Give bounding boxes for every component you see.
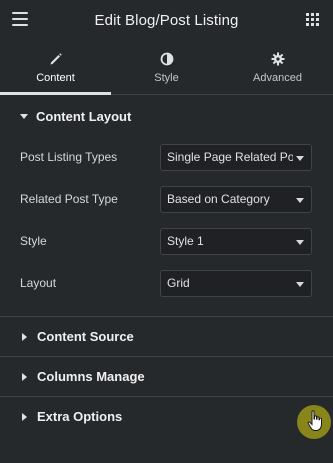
section-content-source[interactable]: Content Source bbox=[0, 316, 333, 356]
select-value: Single Page Related Posts bbox=[167, 150, 293, 164]
control-label: Related Post Type bbox=[20, 192, 118, 206]
layout-select[interactable]: Grid bbox=[160, 269, 312, 297]
tab-style-label: Style bbox=[154, 72, 179, 84]
control-label: Post Listing Types bbox=[20, 150, 118, 164]
grid-icon[interactable] bbox=[306, 13, 319, 26]
control-post-listing-types: Post Listing Types Single Page Related P… bbox=[0, 136, 333, 178]
panel-tabs: Content Style Advanced bbox=[0, 40, 333, 95]
section-title: Content Source bbox=[37, 329, 134, 344]
section-title: Extra Options bbox=[37, 409, 123, 424]
control-label: Style bbox=[20, 234, 47, 248]
select-value: Based on Category bbox=[167, 192, 270, 206]
section-extra-options[interactable]: Extra Options bbox=[0, 396, 333, 436]
pencil-icon bbox=[49, 50, 63, 68]
caret-right-icon bbox=[22, 372, 27, 381]
hand-cursor-icon bbox=[307, 410, 322, 431]
style-select[interactable]: Style 1 bbox=[160, 227, 312, 255]
caret-right-icon bbox=[22, 412, 27, 421]
panel-header: Edit Blog/Post Listing bbox=[0, 0, 333, 40]
chevron-down-icon bbox=[296, 155, 304, 161]
panel-title: Edit Blog/Post Listing bbox=[94, 11, 239, 29]
section-title: Content Layout bbox=[36, 108, 132, 124]
half-circle-icon bbox=[160, 50, 174, 68]
chevron-down-icon bbox=[296, 197, 304, 203]
section-title: Columns Manage bbox=[37, 369, 145, 384]
hamburger-icon[interactable] bbox=[12, 12, 28, 26]
panel-content: Content Layout Post Listing Types Single… bbox=[0, 96, 333, 436]
tab-content-label: Content bbox=[36, 72, 75, 84]
post-listing-types-select[interactable]: Single Page Related Posts bbox=[160, 143, 312, 171]
chevron-down-icon bbox=[296, 239, 304, 245]
select-value: Style 1 bbox=[167, 234, 204, 248]
select-value: Grid bbox=[167, 276, 190, 290]
related-post-type-select[interactable]: Based on Category bbox=[160, 185, 312, 213]
section-content-layout[interactable]: Content Layout bbox=[0, 96, 333, 136]
tab-advanced-label: Advanced bbox=[253, 72, 302, 84]
control-related-post-type: Related Post Type Based on Category bbox=[0, 178, 333, 220]
section-columns-manage[interactable]: Columns Manage bbox=[0, 356, 333, 396]
control-label: Layout bbox=[20, 276, 57, 290]
control-style: Style Style 1 bbox=[0, 220, 333, 262]
gear-icon bbox=[271, 50, 285, 68]
tab-advanced[interactable]: Advanced bbox=[222, 40, 333, 94]
chevron-down-icon bbox=[296, 281, 304, 287]
caret-right-icon bbox=[22, 332, 27, 341]
control-layout: Layout Grid bbox=[0, 262, 333, 304]
tab-style[interactable]: Style bbox=[111, 40, 222, 94]
caret-down-icon bbox=[20, 113, 28, 119]
tab-content[interactable]: Content bbox=[0, 40, 111, 95]
